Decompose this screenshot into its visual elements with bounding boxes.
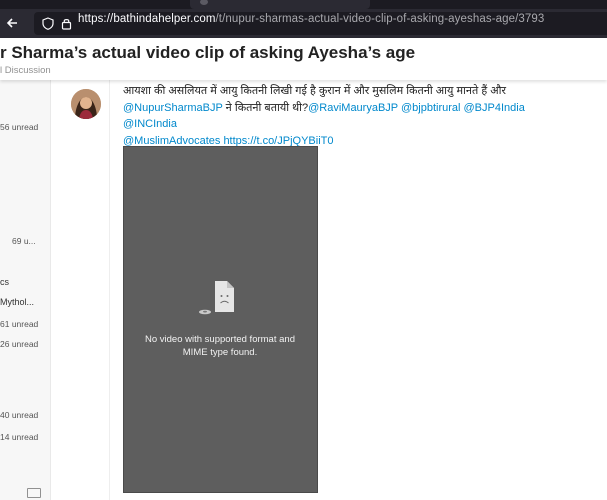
sidebar: 56 unread 69 u... cs Mythol... 61 unread…	[0, 80, 51, 500]
sidebar-unread-count[interactable]: 69 u...	[12, 236, 36, 246]
post-body: आयशा की असलियत में आयु कितनी लिखी गई है …	[123, 83, 563, 149]
video-player[interactable]	[123, 146, 318, 493]
video-error-message: No video with supported format and MIME …	[145, 334, 295, 358]
topic-title[interactable]: r Sharma’s actual video clip of asking A…	[0, 43, 415, 63]
sidebar-unread-count[interactable]: 56 unread	[0, 122, 38, 132]
sidebar-unread-count[interactable]: 61 unread	[0, 319, 38, 329]
avatar[interactable]	[71, 89, 101, 119]
url-domain: https://bathindahelper.com	[78, 13, 216, 25]
keyboard-icon[interactable]	[27, 488, 41, 498]
mention-link[interactable]: @MuslimAdvocates	[123, 135, 220, 147]
post-divider	[109, 80, 110, 500]
tweet-link[interactable]: https://t.co/JPjQYBiiT0	[223, 135, 333, 147]
sidebar-item-label[interactable]: Mythol...	[0, 297, 34, 307]
post-text-line: आयशा की असलियत में आयु कितनी लिखी गई है …	[123, 85, 506, 97]
url-text[interactable]: https://bathindahelper.com/t/nupur-sharm…	[78, 13, 544, 25]
post-text-fragment: ने कितनी बतायी थी?	[222, 101, 309, 114]
active-browser-tab[interactable]	[190, 0, 370, 9]
right-gutter	[578, 80, 607, 500]
topic-category[interactable]: l Discussion	[0, 65, 51, 76]
browser-tab-strip	[0, 0, 607, 9]
sidebar-section-label[interactable]: cs	[0, 277, 9, 287]
sidebar-unread-count[interactable]: 26 unread	[0, 339, 38, 349]
sidebar-unread-count[interactable]: 40 unread	[0, 410, 38, 420]
url-path: /t/nupur-sharmas-actual-video-clip-of-as…	[215, 13, 545, 25]
mention-link[interactable]: @NupurSharmaBJP	[123, 102, 223, 114]
back-arrow-icon[interactable]	[4, 13, 24, 33]
tracking-shield-icon[interactable]	[42, 17, 54, 30]
sidebar-unread-count[interactable]: 14 unread	[0, 432, 38, 442]
lock-icon[interactable]	[61, 17, 72, 30]
sad-file-icon	[199, 281, 234, 315]
